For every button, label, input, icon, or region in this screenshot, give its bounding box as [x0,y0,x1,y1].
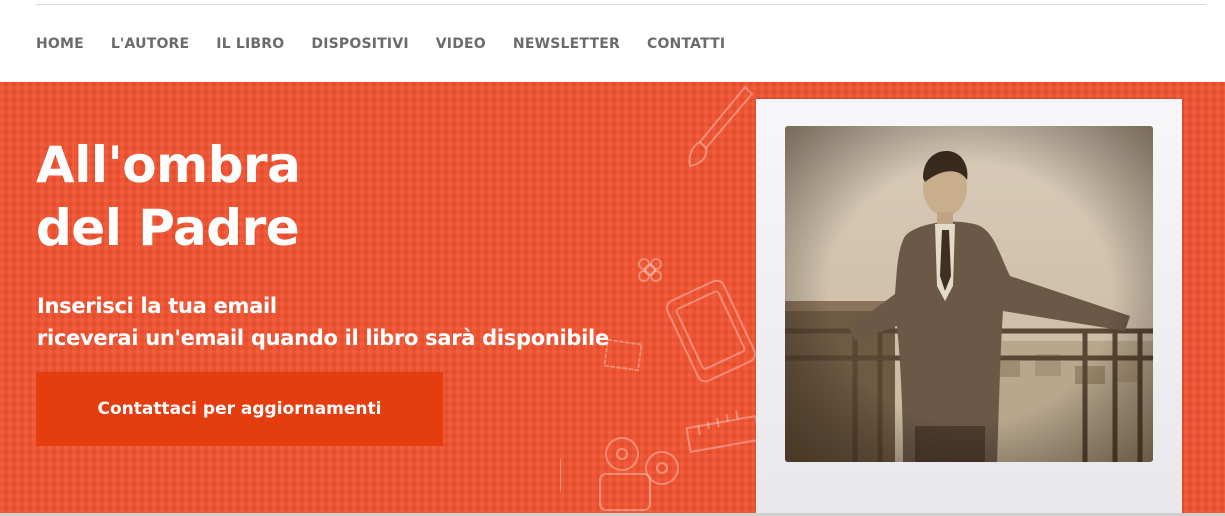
ruler-icon [685,410,761,453]
nav-libro[interactable]: IL LIBRO [216,34,284,54]
photo-illustration [785,126,1153,462]
paintbrush-icon [688,86,753,167]
page-title: All'ombra del Padre [36,134,301,260]
top-divider [36,4,1206,5]
hero-banner: All'ombra del Padre Inserisci la tua ema… [0,82,1225,516]
flower-icon [638,258,662,282]
film-projector-icon [599,437,679,511]
polaroid-frame [756,99,1182,516]
nav-dispositivi[interactable]: DISPOSITIVI [311,34,408,54]
nav-home[interactable]: HOME [36,34,84,54]
nav-video[interactable]: VIDEO [436,34,486,54]
title-line-2: del Padre [36,199,300,257]
nav-contatti[interactable]: CONTATTI [647,34,725,54]
subtitle-line-2: riceverai un'email quando il libro sarà … [37,326,609,350]
main-navigation: HOME L'AUTORE IL LIBRO DISPOSITIVI VIDEO… [36,34,752,54]
nav-autore[interactable]: L'AUTORE [111,34,189,54]
nav-newsletter[interactable]: NEWSLETTER [513,34,620,54]
title-line-1: All'ombra [36,136,301,194]
hero-subtitle: Inserisci la tua email riceverai un'emai… [37,290,609,354]
frame-icon [603,338,643,372]
vintage-photo [785,126,1153,462]
subtitle-line-1: Inserisci la tua email [37,294,277,318]
contact-updates-button[interactable]: Contattaci per aggiornamenti [36,372,443,446]
tablet-icon [665,279,757,383]
